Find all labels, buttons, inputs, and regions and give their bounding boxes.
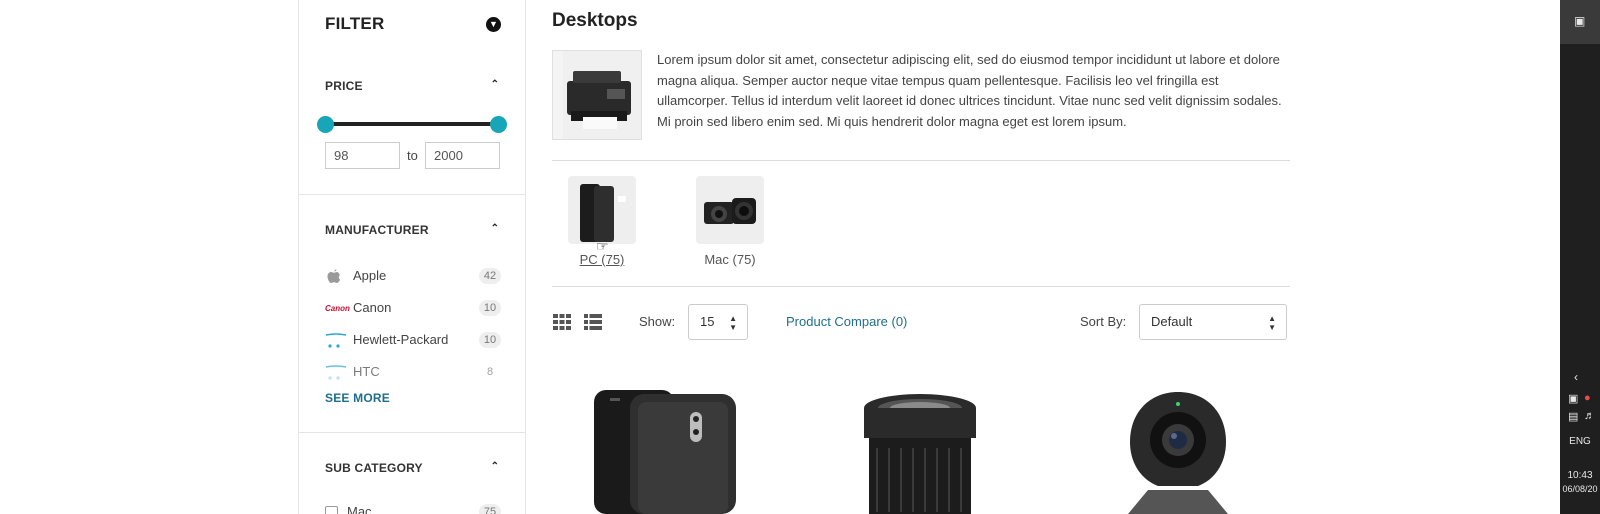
- taskbar-top-button[interactable]: ▣: [1560, 0, 1600, 44]
- lens-product-image: [864, 394, 976, 514]
- notification-icon[interactable]: ●: [1584, 392, 1591, 404]
- subcategory-mac[interactable]: Mac (75): [695, 176, 765, 267]
- price-min-input[interactable]: 98: [325, 142, 400, 169]
- category-description: Lorem ipsum dolor sit amet, consectetur …: [657, 52, 1282, 129]
- clock-time[interactable]: 10:43: [1560, 470, 1600, 481]
- grid-view-icon[interactable]: [553, 314, 571, 330]
- count-badge: 75: [479, 504, 501, 514]
- manufacturer-label: Hewlett-Packard: [353, 332, 449, 347]
- product-card-camera[interactable]: [1118, 390, 1238, 514]
- price-max-input[interactable]: 2000: [425, 142, 500, 169]
- subcategory-image[interactable]: [696, 176, 764, 244]
- chevron-up-icon[interactable]: ⌃: [491, 223, 499, 234]
- subcategory-label[interactable]: Mac (75): [695, 252, 765, 267]
- manufacturer-label: Apple: [353, 268, 387, 283]
- divider: [552, 160, 1290, 161]
- price-section-title[interactable]: PRICE: [325, 79, 363, 93]
- checkbox[interactable]: [325, 506, 338, 514]
- phone-product-image: [594, 390, 736, 514]
- chevron-left-icon[interactable]: ‹: [1574, 370, 1578, 384]
- select-arrows-icon: ▲ ▼: [1268, 314, 1276, 332]
- page-title: Desktops: [552, 10, 638, 31]
- camera-status-icon[interactable]: ▣: [1568, 392, 1578, 405]
- hp-logo-icon: [325, 332, 347, 350]
- divider: [552, 286, 1290, 287]
- phone-icon: [580, 184, 626, 242]
- price-slider-min-handle[interactable]: [317, 116, 334, 133]
- security-camera-product-image: [1128, 392, 1228, 514]
- volume-icon[interactable]: ♬: [1584, 410, 1595, 422]
- manufacturer-item-canon[interactable]: Canon Canon 10: [325, 298, 501, 320]
- manufacturer-section-title[interactable]: MANUFACTURER: [325, 223, 429, 237]
- clock-date[interactable]: 06/08/20: [1560, 484, 1600, 494]
- filter-sidebar: FILTER ▼ PRICE ⌃ 98 to 2000 MANUFACTURER…: [298, 0, 526, 514]
- sub-category-section-title[interactable]: SUB CATEGORY: [325, 461, 423, 475]
- category-image: [552, 50, 642, 140]
- count-badge: 42: [479, 268, 501, 284]
- network-icon[interactable]: ▤: [1568, 410, 1578, 423]
- filter-title: FILTER: [325, 14, 385, 33]
- chevron-down-icon[interactable]: ▼: [486, 17, 501, 32]
- chevron-up-icon[interactable]: ⌃: [491, 79, 499, 90]
- price-to-label: to: [407, 148, 418, 163]
- htc-logo-icon: [325, 364, 347, 382]
- printer-icon: [563, 51, 641, 139]
- product-card-lens[interactable]: [855, 392, 985, 514]
- sort-select-value: Default: [1151, 314, 1193, 329]
- price-slider-max-handle[interactable]: [490, 116, 507, 133]
- divider: [299, 194, 525, 195]
- list-view-icon[interactable]: [584, 314, 602, 330]
- chevron-up-icon[interactable]: ⌃: [491, 461, 499, 472]
- canon-logo-icon: Canon: [325, 304, 350, 313]
- price-slider-track[interactable]: [325, 122, 499, 126]
- count-badge: 10: [479, 332, 501, 348]
- hand-cursor-icon: ☞: [596, 238, 609, 254]
- count-badge: 10: [479, 300, 501, 316]
- monitor-icon[interactable]: ▣: [1574, 14, 1585, 28]
- manufacturer-item-apple[interactable]: Apple 42: [325, 266, 501, 288]
- apple-logo-icon: [325, 268, 347, 286]
- product-compare-link[interactable]: Product Compare (0): [786, 314, 907, 329]
- windows-taskbar: ▣ ‹ ▣ ● ▤ ♬ ENG 10:43 06/08/20: [1560, 0, 1600, 514]
- manufacturer-label: Canon: [353, 300, 392, 315]
- subcategory-image[interactable]: ☞: [568, 176, 636, 254]
- camera-icon: [704, 198, 756, 224]
- show-select[interactable]: 15 ▲ ▼: [688, 304, 748, 340]
- manufacturer-item-hewlett-packard[interactable]: Hewlett-Packard 10: [325, 330, 501, 352]
- subcategory-pc[interactable]: ☞ PC (75): [567, 176, 637, 267]
- count-badge: 8: [486, 366, 494, 378]
- sub-category-item-mac[interactable]: Mac 75: [325, 504, 501, 514]
- see-more-link[interactable]: SEE MORE: [325, 391, 390, 405]
- show-label: Show:: [639, 314, 676, 329]
- sort-by-label: Sort By:: [1080, 314, 1127, 329]
- sort-select[interactable]: Default ▲ ▼: [1139, 304, 1287, 340]
- manufacturer-item-htc[interactable]: HTC 8: [325, 362, 501, 384]
- manufacturer-label: HTC: [353, 364, 380, 379]
- divider: [299, 432, 525, 433]
- product-card-phone[interactable]: [590, 388, 750, 514]
- filter-header[interactable]: FILTER ▼: [325, 14, 501, 38]
- select-arrows-icon: ▲ ▼: [729, 314, 737, 332]
- show-select-value: 15: [700, 314, 715, 329]
- language-indicator[interactable]: ENG: [1560, 436, 1600, 447]
- sub-category-label: Mac: [347, 504, 372, 514]
